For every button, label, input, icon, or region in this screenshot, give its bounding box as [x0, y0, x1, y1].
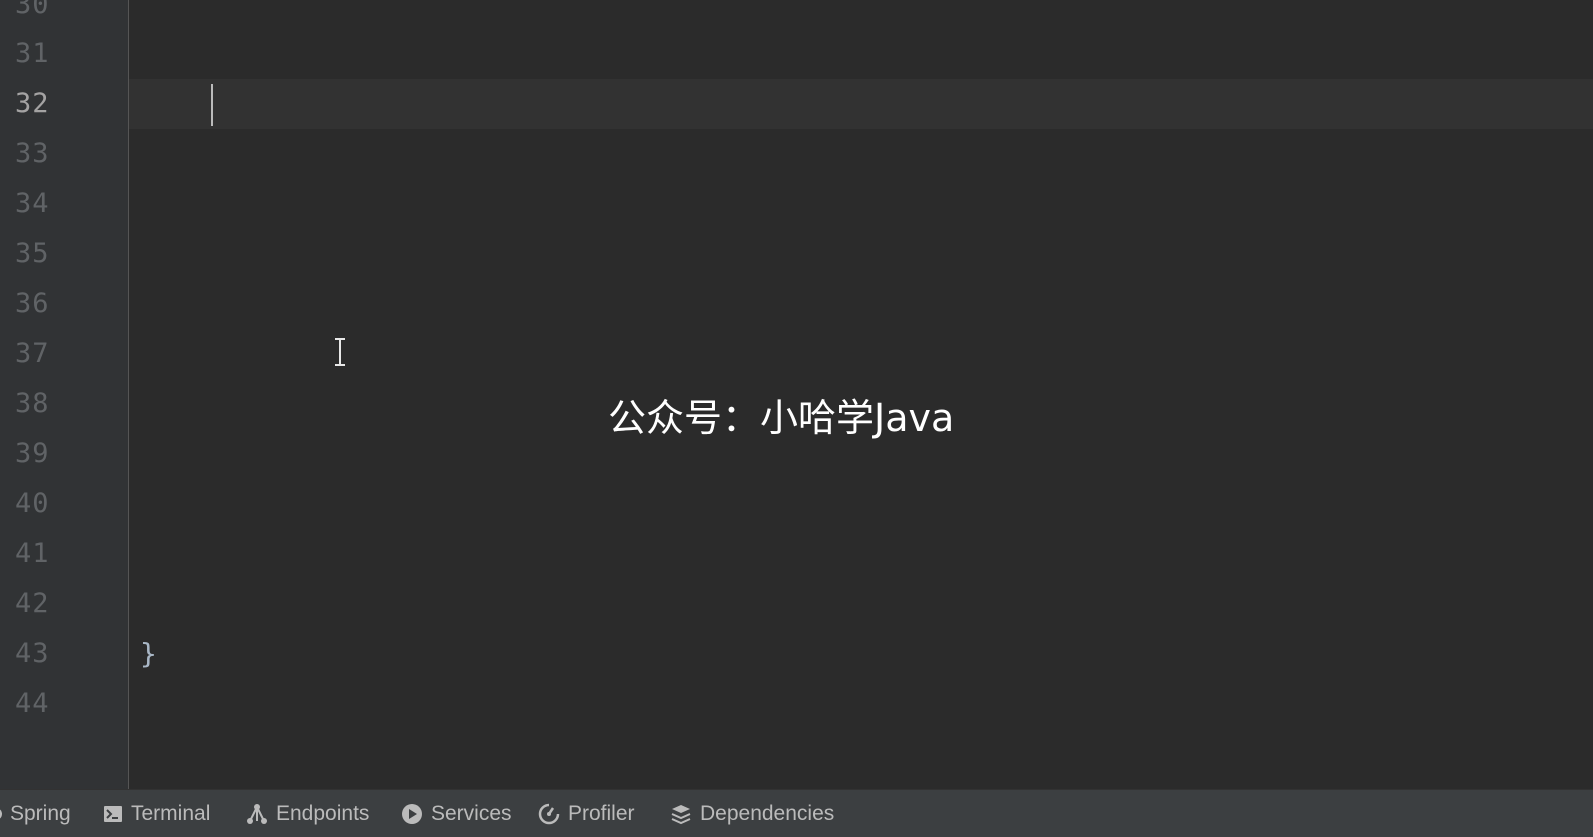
terminal-icon: [103, 805, 123, 823]
line-number: 33: [15, 138, 50, 169]
line-number: 41: [15, 538, 50, 569]
line-number: 34: [15, 188, 50, 219]
line-number: 43: [15, 638, 50, 669]
dependencies-icon: [670, 803, 692, 825]
spring-icon: [0, 804, 2, 824]
tool-terminal[interactable]: Terminal: [103, 790, 210, 837]
line-number-gutter: 30 31 32 33 34 35 36 37 38 39 40 41 42 4…: [0, 0, 128, 789]
line-number: 44: [15, 688, 50, 719]
line-number-current: 32: [15, 88, 50, 119]
tool-endpoints-label: Endpoints: [276, 801, 370, 825]
tool-dependencies-label: Dependencies: [700, 801, 835, 825]
tool-services-label: Services: [431, 801, 512, 825]
ibeam-cursor-icon: [333, 338, 347, 366]
watermark-text: 公众号：小哈学Java: [608, 396, 955, 440]
line-number: 39: [15, 438, 50, 469]
tool-terminal-label: Terminal: [131, 801, 211, 825]
code-editor[interactable]: 30 31 32 33 34 35 36 37 38 39 40 41 42 4…: [0, 0, 1593, 789]
tool-spring[interactable]: Spring: [0, 790, 71, 837]
line-number: 35: [15, 238, 50, 269]
line-number: 31: [15, 38, 50, 69]
line-number: 36: [15, 288, 50, 319]
line-number: 37: [15, 338, 50, 369]
services-icon: [401, 803, 423, 825]
tool-services[interactable]: Services: [401, 790, 512, 837]
line-number: 42: [15, 588, 50, 619]
line-number: 40: [15, 488, 50, 519]
current-line-highlight: [129, 79, 1593, 129]
tool-spring-label: Spring: [10, 801, 71, 825]
tool-dependencies[interactable]: Dependencies: [670, 790, 834, 837]
tool-profiler[interactable]: Profiler: [538, 790, 635, 837]
endpoints-icon: [246, 803, 268, 825]
line-number: 30: [15, 0, 50, 20]
tool-profiler-label: Profiler: [568, 801, 635, 825]
profiler-icon: [538, 803, 560, 825]
bottom-tool-window-bar: Spring Terminal Endpoints Services Profi…: [0, 789, 1593, 837]
closing-brace: }: [140, 637, 157, 670]
line-number: 38: [15, 388, 50, 419]
text-caret: [211, 84, 213, 126]
tool-endpoints[interactable]: Endpoints: [246, 790, 369, 837]
